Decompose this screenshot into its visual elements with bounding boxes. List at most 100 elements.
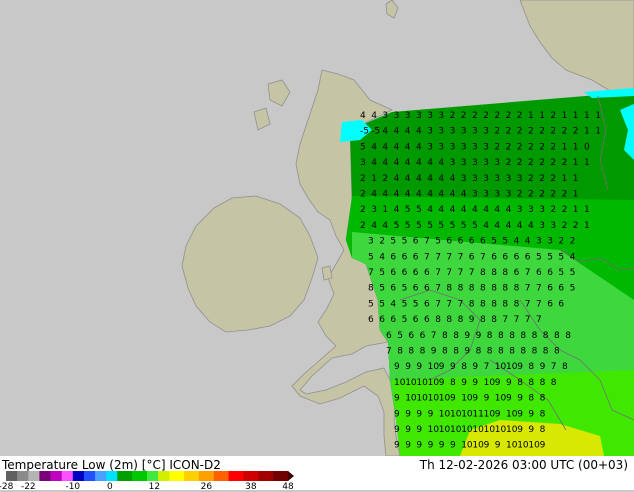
grid-value: 10 xyxy=(428,425,440,435)
grid-value: 3 xyxy=(450,127,456,137)
grid-value: 5 xyxy=(379,268,385,278)
grid-value: 3 xyxy=(450,158,456,168)
grid-value: 2 xyxy=(360,205,366,215)
grid-value: 3 xyxy=(536,237,542,247)
grid-value: 5 xyxy=(472,221,478,231)
grid-value: 10 xyxy=(495,394,507,404)
grid-value: 1 xyxy=(573,205,579,215)
grid-value: 3 xyxy=(394,111,400,121)
grid-value: 2 xyxy=(450,111,456,121)
grid-value: 4 xyxy=(394,190,400,200)
grid-value: 8 xyxy=(554,347,560,357)
grid-value: 8 xyxy=(458,284,464,294)
grid-value: 2 xyxy=(573,127,579,137)
grid-value: 8 xyxy=(528,378,534,388)
grid-value: 7 xyxy=(435,299,441,309)
grid-value: 3 xyxy=(371,205,377,215)
grid-value: 9 xyxy=(428,441,434,451)
grid-value: 2 xyxy=(562,221,568,231)
grid-value: 3 xyxy=(483,142,489,152)
color-scale xyxy=(6,471,294,481)
grid-value: 9 xyxy=(464,347,470,357)
grid-value: 5 xyxy=(435,237,441,247)
grid-value: 10 xyxy=(484,425,496,435)
grid-value: 7 xyxy=(446,299,452,309)
grid-value: 4 xyxy=(371,111,377,121)
color-scale-tick: 26 xyxy=(200,482,213,492)
grid-value: 2 xyxy=(506,142,512,152)
color-scale-segment xyxy=(169,471,185,481)
grid-value: 8 xyxy=(450,378,456,388)
grid-value: 1 xyxy=(371,174,377,184)
grid-value: 3 xyxy=(461,158,467,168)
grid-value: 2 xyxy=(562,205,568,215)
land-isle-of-man xyxy=(321,265,333,281)
grid-value: 6 xyxy=(558,284,564,294)
grid-value: 6 xyxy=(413,237,419,247)
grid-value: 9 xyxy=(540,362,546,372)
grid-value: 10 xyxy=(450,409,462,419)
grid-value: 9 xyxy=(461,378,467,388)
grid-value: 10 xyxy=(461,425,473,435)
weather-map[interactable]: 4 4 3 3 3 3 3 3 2 2 2 2 2 2 2 1 1 2 1 1 1 1 -5 -5 4 4 4 4 3 3 3 3 3 3 2 2 2 2… xyxy=(0,0,634,456)
grid-value: 9 xyxy=(405,362,411,372)
grid-value: 2 xyxy=(550,127,556,137)
grid-value: 2 xyxy=(360,190,366,200)
grid-value: 1 xyxy=(584,158,590,168)
grid-value: 8 xyxy=(528,362,534,372)
grid-value: 6 xyxy=(458,237,464,247)
grid-value: 8 xyxy=(435,315,441,325)
grid-value: 2 xyxy=(517,190,523,200)
grid-value: 3 xyxy=(472,190,478,200)
grid-value: 6 xyxy=(413,268,419,278)
grid-value: 7 xyxy=(368,268,374,278)
grid-value: 7 xyxy=(551,362,557,372)
grid-value: 10 xyxy=(506,409,518,419)
grid-value: 8 xyxy=(514,284,520,294)
grid-value: 8 xyxy=(453,347,459,357)
color-scale-segment xyxy=(213,471,230,481)
grid-value: 2 xyxy=(472,111,478,121)
grid-value: 1 xyxy=(562,111,568,121)
grid-value: 10 xyxy=(450,425,462,435)
grid-value: 3 xyxy=(494,158,500,168)
grid-value: 9 xyxy=(484,394,490,404)
grid-value: 4 xyxy=(461,205,467,215)
grid-value: 7 xyxy=(446,268,452,278)
grid-value: 5 xyxy=(413,299,419,309)
grid-value: 4 xyxy=(371,142,377,152)
grid-value: 6 xyxy=(547,268,553,278)
grid-value: 4 xyxy=(416,174,422,184)
grid-value: 10 xyxy=(428,394,440,404)
grid-value: 10 xyxy=(472,441,484,451)
grid-value: 8 xyxy=(502,284,508,294)
grid-value: 10 xyxy=(439,425,451,435)
grid-value: 10 xyxy=(506,425,518,435)
grid-value: 3 xyxy=(494,174,500,184)
grid-value: 9 xyxy=(431,347,437,357)
grid-value: 6 xyxy=(525,252,531,262)
color-scale-tick: 38 xyxy=(245,482,257,492)
legend-bar: Temperature Low (2m) [°C] ICON-D2 Th 12-… xyxy=(0,456,634,492)
grid-value: 9 xyxy=(464,331,470,341)
grid-value: 6 xyxy=(502,252,508,262)
grid-value: 3 xyxy=(461,142,467,152)
grid-value: 3 xyxy=(528,205,534,215)
grid-value: 4 xyxy=(438,205,444,215)
grid-value: -5 xyxy=(360,127,369,137)
grid-value: 2 xyxy=(539,174,545,184)
grid-value: 7 xyxy=(525,284,531,294)
grid-value: 8 xyxy=(487,347,493,357)
grid-value: 7 xyxy=(458,252,464,262)
grid-value: 9 xyxy=(405,441,411,451)
grid-value: 11 xyxy=(472,409,483,419)
grid-value: 4 xyxy=(405,190,411,200)
grid-value: 7 xyxy=(480,252,486,262)
grid-value: 3 xyxy=(438,111,444,121)
grid-value: 8 xyxy=(453,331,459,341)
grid-value: 3 xyxy=(450,142,456,152)
grid-value: 8 xyxy=(476,347,482,357)
grid-value: 7 xyxy=(431,331,437,341)
grid-value: 9 xyxy=(416,362,422,372)
grid-value: 3 xyxy=(483,127,489,137)
